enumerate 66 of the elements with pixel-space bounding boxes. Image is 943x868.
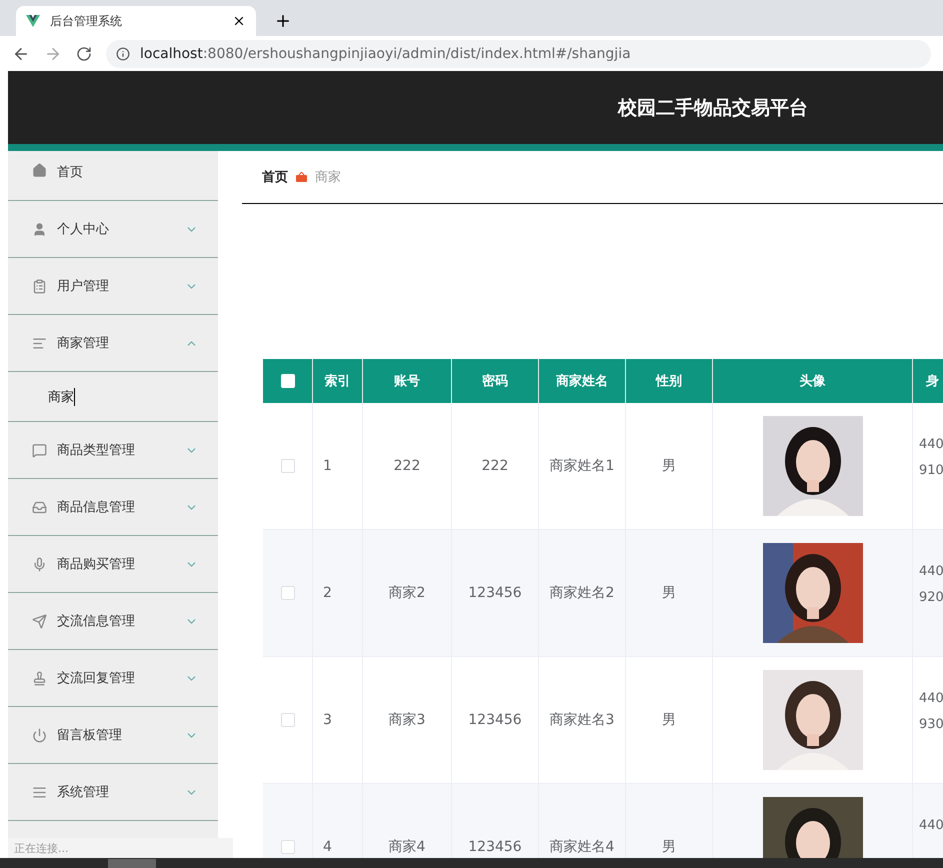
basket-icon xyxy=(296,172,307,182)
table-cell: 1 xyxy=(313,403,363,530)
paper-plane-icon xyxy=(32,614,47,628)
menu-icon xyxy=(32,784,47,800)
breadcrumb-link[interactable]: 首页 xyxy=(262,168,288,186)
address-bar[interactable]: localhost:8080/ershoushangpinjiaoyi/admin/dist/index.html#/shangjia xyxy=(106,40,931,68)
sidebar-item[interactable]: 商品类型管理 xyxy=(8,422,218,479)
table-cell: 商家姓名1 xyxy=(539,403,626,530)
table-cell: 123456 xyxy=(452,530,539,657)
user-icon xyxy=(32,222,47,236)
table-cell: 商家2 xyxy=(363,530,452,657)
stamp-icon xyxy=(32,670,47,686)
sidebar-item[interactable]: 交流信息管理 xyxy=(8,593,218,650)
column-header: 性别 xyxy=(626,359,713,403)
column-header: 账号 xyxy=(363,359,452,403)
row-checkbox[interactable] xyxy=(280,713,294,727)
table-cell: 商家姓名2 xyxy=(539,530,626,657)
home-icon xyxy=(32,163,47,178)
scrollbar[interactable] xyxy=(0,858,943,868)
table-cell: 3 xyxy=(313,657,363,784)
table-cell: 123456 xyxy=(452,657,539,784)
table-cell: 440 920 xyxy=(913,530,943,657)
table-cell: 男 xyxy=(626,657,713,784)
sidebar-item[interactable]: 首页 xyxy=(8,151,218,201)
microphone-icon xyxy=(32,556,47,572)
sidebar-item[interactable]: 交流回复管理 xyxy=(8,650,218,707)
status-text: 正在连接... xyxy=(8,838,233,858)
url-text: localhost:8080/ershoushangpinjiaoyi/admin/dist/index.html#/shangjia xyxy=(140,46,631,62)
table-cell: 男 xyxy=(626,530,713,657)
sidebar-item[interactable]: 商品信息管理 xyxy=(8,479,218,536)
column-header: 头像 xyxy=(713,359,913,403)
list-icon xyxy=(32,336,47,350)
tray-icon xyxy=(32,500,47,514)
tab-title: 后台管理系统 xyxy=(50,12,123,30)
row-checkbox[interactable] xyxy=(280,586,294,600)
sidebar-item[interactable]: 系统管理 xyxy=(8,764,218,821)
sidebar-item[interactable]: 商品购买管理 xyxy=(8,536,218,593)
table-cell: 商家3 xyxy=(363,657,452,784)
new-tab-icon[interactable] xyxy=(274,12,292,30)
column-header: 商家姓名 xyxy=(539,359,626,403)
logo-icon xyxy=(26,15,40,27)
table-cell: 222 xyxy=(452,403,539,530)
power-icon xyxy=(32,728,47,742)
table-cell: 222 xyxy=(363,403,452,530)
breadcrumb-current: 商家 xyxy=(315,169,341,186)
sidebar-item[interactable]: 用户管理 xyxy=(8,258,218,315)
row-checkbox[interactable] xyxy=(280,840,294,854)
column-header: 索引 xyxy=(313,359,363,403)
select-all-checkbox[interactable] xyxy=(280,374,294,388)
browser-tab[interactable]: 后台管理系统 xyxy=(16,6,256,36)
close-icon[interactable] xyxy=(232,14,246,28)
table-cell: 商家姓名3 xyxy=(539,657,626,784)
reload-icon[interactable] xyxy=(76,46,92,62)
site-title: 校园二手物品交易平台 xyxy=(618,96,808,120)
info-icon xyxy=(116,46,130,60)
table-cell: 男 xyxy=(626,403,713,530)
sidebar-item[interactable]: 商家管理 xyxy=(8,315,218,372)
table-cell: 2 xyxy=(313,530,363,657)
sidebar-item[interactable]: 留言板管理 xyxy=(8,707,218,764)
row-checkbox[interactable] xyxy=(280,459,294,473)
chat-icon xyxy=(32,442,47,458)
column-header: 身 xyxy=(913,359,943,403)
clipboard-icon xyxy=(32,278,47,294)
sidebar-item[interactable]: 个人中心 xyxy=(8,201,218,258)
column-header: 密码 xyxy=(452,359,539,403)
submenu-item[interactable]: 商家 xyxy=(8,372,218,422)
